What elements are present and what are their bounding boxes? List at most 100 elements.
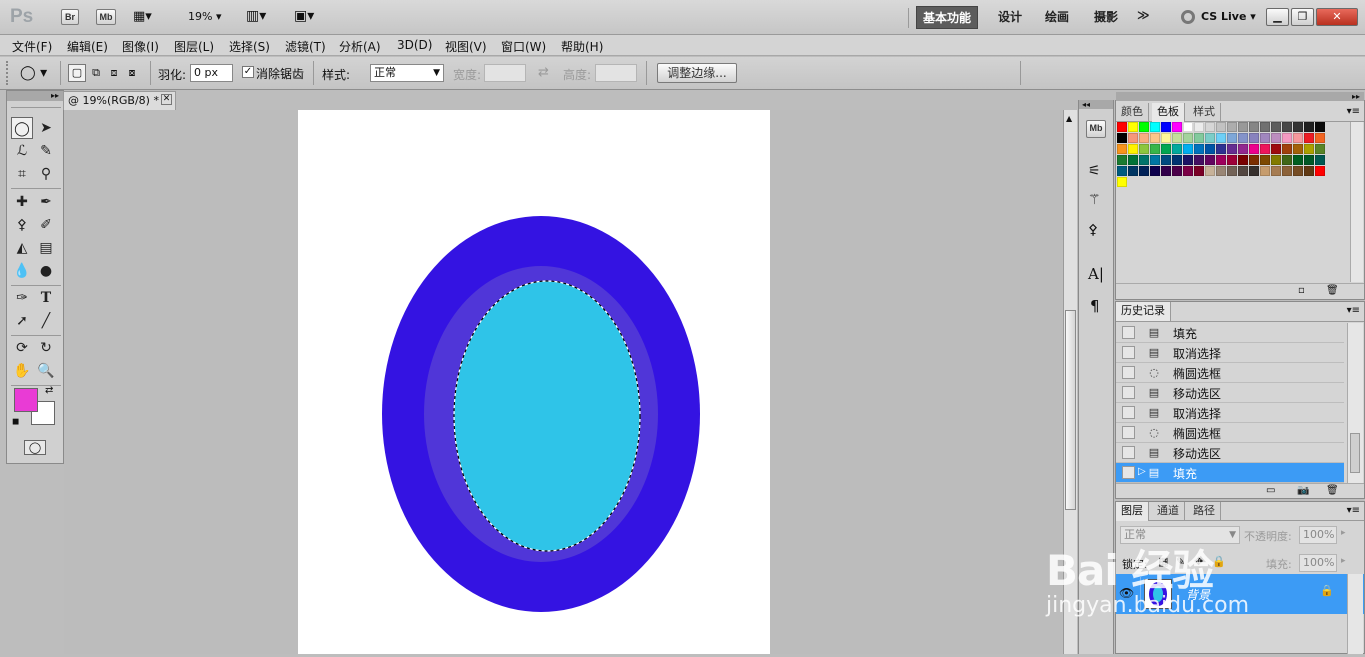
document-tab[interactable]: @ 19%(RGB/8) * ✕ [63, 91, 176, 110]
color-swatch[interactable] [1183, 122, 1193, 132]
color-swatch[interactable] [1216, 144, 1226, 154]
menu-layer[interactable]: 图层(L) [174, 38, 214, 55]
color-swatch[interactable] [1238, 133, 1248, 143]
history-brush-source-checkbox[interactable] [1122, 326, 1135, 339]
menu-file[interactable]: 文件(F) [12, 38, 52, 55]
color-swatch[interactable] [1304, 122, 1314, 132]
intersect-selection-icon[interactable]: ⧇ [124, 64, 140, 82]
collapse-icon[interactable]: ▸▸ [1116, 92, 1364, 101]
color-swatch[interactable] [1271, 133, 1281, 143]
color-swatch[interactable] [1249, 133, 1259, 143]
color-swatch[interactable] [1249, 144, 1259, 154]
color-swatch[interactable] [1205, 155, 1215, 165]
antialias-checkbox[interactable]: ✓ [242, 66, 254, 78]
color-swatch[interactable] [1293, 166, 1303, 176]
color-swatch[interactable] [1282, 166, 1292, 176]
more-workspaces-icon[interactable]: ≫ [1137, 8, 1150, 22]
color-swatch[interactable] [1282, 144, 1292, 154]
chevron-right-icon[interactable]: ▸ [1341, 556, 1346, 566]
color-swatch[interactable] [1205, 166, 1215, 176]
color-swatch[interactable] [1150, 166, 1160, 176]
color-swatch[interactable] [1260, 155, 1270, 165]
color-swatch[interactable] [1282, 133, 1292, 143]
lasso-tool-icon[interactable]: ℒ [11, 140, 33, 162]
color-swatch[interactable] [1260, 122, 1270, 132]
add-to-selection-icon[interactable]: ⧉ [88, 64, 104, 82]
workspace-painting[interactable]: 绘画 [1045, 8, 1069, 25]
color-swatch[interactable] [1194, 133, 1204, 143]
color-swatch[interactable] [1227, 144, 1237, 154]
color-swatch[interactable] [1139, 144, 1149, 154]
color-swatch[interactable] [1216, 166, 1226, 176]
history-item[interactable]: ◌ 椭圆选框 [1116, 423, 1344, 443]
color-swatch[interactable] [1150, 155, 1160, 165]
color-swatch[interactable] [1150, 122, 1160, 132]
brush-tool-icon[interactable]: ✒ [35, 191, 57, 213]
color-swatch[interactable] [1260, 144, 1270, 154]
color-swatch[interactable] [1128, 155, 1138, 165]
history-scrollbar[interactable] [1347, 323, 1363, 483]
color-swatch[interactable] [1304, 155, 1314, 165]
3d-orbit-tool-icon[interactable]: ↻ [35, 337, 57, 359]
clone-source-icon[interactable]: ⚴ [1088, 222, 1098, 238]
color-swatch[interactable] [1205, 122, 1215, 132]
color-swatch[interactable] [1282, 155, 1292, 165]
color-swatch[interactable] [1150, 133, 1160, 143]
menu-3d[interactable]: 3D(D) [397, 38, 432, 52]
default-colors-icon[interactable]: ◼ [12, 417, 19, 427]
color-swatch[interactable] [1128, 144, 1138, 154]
color-swatch[interactable] [1238, 155, 1248, 165]
tab-styles[interactable]: 样式 [1188, 103, 1221, 122]
color-swatch[interactable] [1161, 155, 1171, 165]
opacity-input[interactable]: 100% [1299, 526, 1337, 544]
color-swatch[interactable] [1183, 133, 1193, 143]
history-item[interactable]: ◌ 椭圆选框 [1116, 363, 1344, 383]
color-swatch[interactable] [1161, 166, 1171, 176]
scroll-thumb[interactable] [1065, 310, 1076, 510]
zoom-level-dropdown[interactable]: 19% ▾ [188, 10, 232, 23]
hand-tool-icon[interactable]: ✋ [11, 360, 33, 382]
trash-icon[interactable]: 🗑 [1326, 485, 1339, 496]
color-swatch[interactable] [1304, 144, 1314, 154]
panel-menu-icon[interactable]: ▾≡ [1347, 505, 1360, 516]
color-swatch[interactable] [1172, 166, 1182, 176]
color-swatch[interactable] [1117, 133, 1127, 143]
tab-channels[interactable]: 通道 [1152, 502, 1185, 521]
scroll-up-icon[interactable]: ▲ [1066, 114, 1072, 123]
color-swatch[interactable] [1216, 155, 1226, 165]
layers-scrollbar[interactable] [1347, 574, 1363, 654]
color-swatch[interactable] [1304, 133, 1314, 143]
scroll-thumb[interactable] [1350, 433, 1360, 473]
minimize-button[interactable]: ▁ [1266, 8, 1289, 26]
workspace-essentials[interactable]: 基本功能 [916, 6, 979, 29]
quick-mask-icon[interactable]: ◯ [24, 440, 46, 455]
color-swatch[interactable] [1172, 133, 1182, 143]
history-item[interactable]: ▤ 移动选区 [1116, 443, 1344, 463]
close-button[interactable]: ✕ [1316, 8, 1358, 26]
eraser-tool-icon[interactable]: ◭ [11, 237, 33, 259]
tab-paths[interactable]: 路径 [1188, 502, 1221, 521]
color-swatch[interactable] [1205, 144, 1215, 154]
refine-edge-button[interactable]: 调整边缘... [657, 63, 737, 83]
color-swatch[interactable] [1238, 144, 1248, 154]
history-brush-tool-icon[interactable]: ✐ [35, 214, 57, 236]
subtract-selection-icon[interactable]: ⧈ [106, 64, 122, 82]
new-swatch-icon[interactable]: ▫ [1298, 285, 1305, 296]
swatch-grid[interactable] [1117, 122, 1333, 206]
workspace-photography[interactable]: 摄影 [1094, 8, 1118, 25]
new-selection-icon[interactable]: ▢ [68, 64, 86, 82]
tab-history[interactable]: 历史记录 [1116, 302, 1171, 321]
bridge-button[interactable]: Br [61, 9, 79, 25]
color-swatch[interactable] [1260, 133, 1270, 143]
foreground-color-swatch[interactable] [14, 388, 38, 412]
color-swatch[interactable] [1315, 166, 1325, 176]
document-canvas-area[interactable] [64, 110, 1062, 654]
color-swatch[interactable] [1293, 133, 1303, 143]
ellipse-marquee-tool-icon[interactable]: ◯ [11, 117, 33, 139]
color-swatch[interactable] [1216, 122, 1226, 132]
history-item[interactable]: ▤ 填充 [1116, 323, 1344, 343]
path-selection-tool-icon[interactable]: ➚ [11, 310, 33, 332]
fill-input[interactable]: 100% [1299, 554, 1337, 572]
color-swatch[interactable] [1172, 144, 1182, 154]
blur-tool-icon[interactable]: 💧 [11, 260, 33, 282]
